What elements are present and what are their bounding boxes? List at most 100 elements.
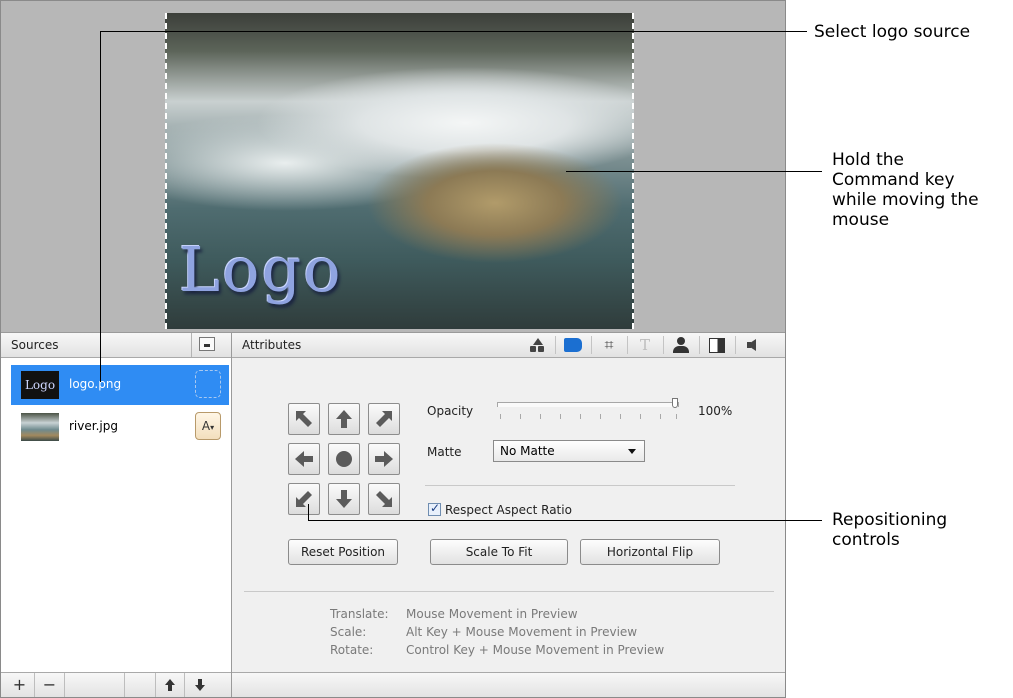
anchor-button-label: A <box>201 419 211 433</box>
horizontal-flip-button[interactable]: Horizontal Flip <box>580 539 720 565</box>
slider-tick <box>660 414 661 419</box>
audio-icon[interactable] <box>739 335 767 355</box>
sources-header: Sources <box>1 333 231 358</box>
anchor-placeholder[interactable] <box>195 370 221 398</box>
matte-label: Matte <box>427 445 462 459</box>
add-source-button[interactable]: + <box>5 673 35 697</box>
crop-icon[interactable]: ⌗ <box>595 335 623 355</box>
tab-divider <box>627 336 628 354</box>
help-key-translate: Translate: <box>330 607 389 621</box>
callout-line <box>100 31 101 382</box>
split-icon[interactable] <box>703 335 731 355</box>
arrow-down-left-icon <box>296 491 312 507</box>
logo-thumbnail: Logo <box>21 371 59 399</box>
opacity-slider[interactable] <box>497 402 679 407</box>
opacity-value: 100% <box>698 404 733 418</box>
move-down-button[interactable] <box>328 483 360 515</box>
callout-select-logo-source: Select logo source <box>814 22 970 42</box>
slider-tick <box>580 414 581 419</box>
slider-tick <box>520 414 521 419</box>
anchor-menu-button[interactable]: A▾ <box>195 412 221 440</box>
move-up-left-button[interactable] <box>288 403 320 435</box>
move-down-button[interactable] <box>185 673 215 697</box>
callout-text: Command key <box>832 170 955 190</box>
slider-tick <box>540 414 541 419</box>
slider-tick <box>620 414 621 419</box>
callout-line <box>566 171 822 172</box>
tab-divider <box>555 336 556 354</box>
position-icon[interactable] <box>559 335 587 355</box>
arrow-right-icon <box>375 451 393 467</box>
opacity-label: Opacity <box>427 404 474 418</box>
tab-divider <box>591 336 592 354</box>
help-desc-translate: Mouse Movement in Preview <box>406 607 578 621</box>
attributes-panel: Attributes ⌗ T Opacity 100% Matte No Mat… <box>232 333 785 697</box>
source-name: river.jpg <box>69 419 118 433</box>
attribute-tabs: ⌗ T <box>515 333 785 357</box>
arrow-up-right-icon <box>376 411 392 427</box>
sources-title: Sources <box>11 338 59 352</box>
callout-command-key: Hold the Command key while moving the mo… <box>832 150 979 230</box>
center-dot-icon <box>336 451 352 467</box>
text-icon[interactable]: T <box>631 335 659 355</box>
toolbar-spacer <box>65 673 125 697</box>
attributes-header: Attributes ⌗ T <box>232 333 785 358</box>
source-item-river[interactable]: river.jpg A▾ <box>11 407 229 447</box>
tab-divider <box>663 336 664 354</box>
help-key-scale: Scale: <box>330 625 367 639</box>
remove-source-button[interactable]: − <box>35 673 65 697</box>
logo-overlay[interactable]: Logo <box>179 233 343 306</box>
preview-area[interactable]: Logo <box>1 1 785 333</box>
move-right-button[interactable] <box>368 443 400 475</box>
callout-line <box>308 520 822 521</box>
slider-tick <box>500 414 501 419</box>
scale-to-fit-button[interactable]: Scale To Fit <box>430 539 568 565</box>
opacity-slider-thumb[interactable] <box>672 398 678 408</box>
app-window: Logo Sources Logo logo.png river.jpg A▾ … <box>0 0 786 698</box>
shapes-icon[interactable] <box>523 335 551 355</box>
reset-position-button[interactable]: Reset Position <box>288 539 398 565</box>
callout-text: Hold the <box>832 150 905 170</box>
tab-divider <box>735 336 736 354</box>
arrow-down-icon <box>336 490 352 508</box>
preview-image[interactable]: Logo <box>165 13 634 329</box>
callout-text: mouse <box>832 210 890 230</box>
sources-toolbar: + − <box>1 672 231 697</box>
arrow-up-icon <box>336 410 352 428</box>
chevron-down-icon <box>628 449 636 454</box>
callout-repositioning: Repositioning controls <box>832 510 947 550</box>
move-up-button[interactable] <box>155 673 185 697</box>
person-icon[interactable] <box>667 335 695 355</box>
arrow-down-icon <box>195 679 205 691</box>
collapse-panel-button[interactable] <box>199 337 215 351</box>
matte-dropdown[interactable]: No Matte <box>493 440 645 462</box>
move-down-left-button[interactable] <box>288 483 320 515</box>
attributes-title: Attributes <box>242 338 302 352</box>
source-item-logo[interactable]: Logo logo.png <box>11 365 229 405</box>
slider-tick <box>600 414 601 419</box>
arrow-down-right-icon <box>376 491 392 507</box>
callout-line <box>100 31 807 32</box>
slider-tick <box>640 414 641 419</box>
arrow-up-left-icon <box>296 411 312 427</box>
left-bound-guide <box>165 13 167 329</box>
move-up-right-button[interactable] <box>368 403 400 435</box>
help-desc-rotate: Control Key + Mouse Movement in Preview <box>406 643 665 657</box>
callout-text: controls <box>832 530 900 550</box>
header-divider <box>191 333 192 357</box>
callout-text: Repositioning <box>832 510 948 530</box>
river-thumbnail <box>21 413 59 441</box>
callout-text: while moving the <box>832 190 979 210</box>
callout-text: Select logo source <box>814 22 971 42</box>
respect-aspect-checkbox[interactable] <box>428 501 441 516</box>
help-desc-scale: Alt Key + Mouse Movement in Preview <box>406 625 638 639</box>
move-left-button[interactable] <box>288 443 320 475</box>
arrow-up-icon <box>165 679 175 691</box>
arrow-left-icon <box>295 451 313 467</box>
move-up-button[interactable] <box>328 403 360 435</box>
move-down-right-button[interactable] <box>368 483 400 515</box>
center-button[interactable] <box>328 443 360 475</box>
matte-selected-value: No Matte <box>500 444 555 458</box>
attributes-footer <box>232 672 785 697</box>
respect-aspect-label[interactable]: Respect Aspect Ratio <box>445 503 572 517</box>
